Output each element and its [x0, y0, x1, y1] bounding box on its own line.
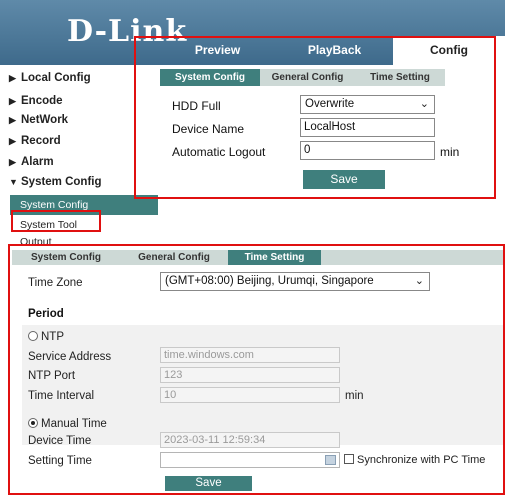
menu-encode[interactable]: ▶ Encode: [9, 95, 63, 107]
caret-down-icon: ▼: [9, 177, 18, 187]
menu-record[interactable]: ▶ Record: [9, 135, 61, 147]
highlight-top-panel: [134, 36, 496, 199]
menu-local-config[interactable]: ▶ Local Config: [9, 72, 91, 84]
caret-right-icon: ▶: [9, 73, 16, 83]
menu-system-config[interactable]: ▼ System Config: [9, 176, 102, 188]
caret-right-icon: ▶: [9, 157, 16, 167]
highlight-bottom-panel: [8, 244, 505, 495]
caret-right-icon: ▶: [9, 136, 16, 146]
caret-right-icon: ▶: [9, 96, 16, 106]
menu-alarm[interactable]: ▶ Alarm: [9, 156, 54, 168]
menu-network[interactable]: ▶ NetWork: [9, 114, 68, 126]
caret-right-icon: ▶: [9, 115, 16, 125]
highlight-system-tool: [11, 210, 101, 232]
